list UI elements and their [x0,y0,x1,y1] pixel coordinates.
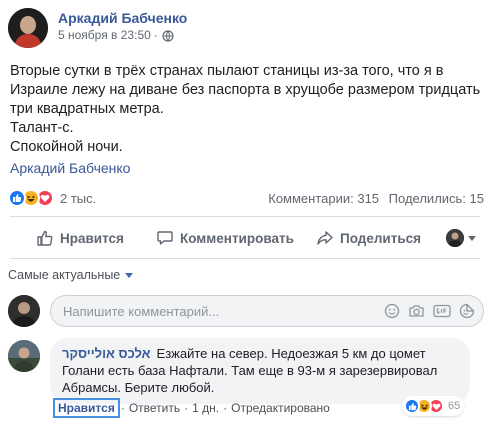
comment-input-box[interactable] [50,295,484,327]
comments-count-link[interactable]: Комментарии: 315 [268,191,379,206]
post-header: Аркадий Бабченко 5 ноября в 23:50 · [8,8,187,48]
thumbs-up-icon [37,230,53,246]
like-icon [8,189,26,207]
commenter-avatar[interactable] [8,340,40,372]
comment-reaction-count: 65 [448,400,461,412]
share-icon [317,231,333,245]
meta-separator: · [153,28,158,42]
post-as-selector[interactable] [446,229,476,247]
chevron-down-icon [125,272,134,278]
comment-sort-label: Самые актуальные [8,268,121,282]
reaction-icons[interactable]: 2 тыс. [8,189,96,207]
share-button-label: Поделиться [340,230,422,246]
reactions-summary: 2 тыс. Комментарии: 315 Поделились: 15 [8,188,484,208]
composer-icons [376,303,475,319]
comment-button[interactable]: Комментировать [156,229,294,247]
post-author-name[interactable]: Аркадий Бабченко [58,9,187,27]
viewer-avatar[interactable] [8,295,40,327]
post-paragraph: Талант-с. [10,120,74,136]
separator: · [184,401,189,415]
gif-icon[interactable] [433,303,451,319]
like-button[interactable]: Нравится [36,229,124,247]
comment-sort-dropdown[interactable]: Самые актуальные [8,268,134,282]
comment-actions: Нравится · Ответить · 1 дн. · Отредактир… [53,398,330,418]
share-button[interactable]: Поделиться [316,229,421,247]
viewer-avatar [446,229,464,247]
camera-icon[interactable] [408,303,425,319]
post-timestamp[interactable]: 5 ноября в 23:50 [58,27,151,44]
chevron-down-icon [468,235,476,241]
commenter-name[interactable]: אלכס אולייסקר [62,346,151,361]
comment-icon [157,231,173,245]
globe-icon[interactable] [162,29,174,42]
post-actions: Нравится Комментировать Поделиться [0,222,490,254]
comment-reply-link[interactable]: Ответить [129,401,180,415]
post-stats: Комментарии: 315 Поделились: 15 [262,191,484,206]
comment-composer [8,294,484,328]
post-body: Вторые сутки в трёх странах пылают стани… [10,62,484,157]
comment-bubble: אלכס אולייסקר Езжайте на север. Недоезжая… [50,338,470,404]
post-paragraph: Спокойной ночи. [10,139,123,155]
separator: · [223,401,228,415]
comment-reactions[interactable]: 65 [402,396,465,416]
separator: · [120,401,125,415]
comment-edited-label[interactable]: Отредактировано [231,401,330,415]
post-meta: 5 ноября в 23:50 · [58,27,187,44]
shares-count-link[interactable]: Поделились: 15 [389,191,484,206]
divider [10,216,480,217]
comment-age[interactable]: 1 дн. [192,401,219,415]
reaction-count[interactable]: 2 тыс. [60,191,96,206]
emoji-icon[interactable] [384,303,400,319]
comment-like-link[interactable]: Нравится [53,398,120,418]
divider [10,258,480,259]
comment-button-label: Комментировать [180,230,294,246]
author-avatar[interactable] [8,8,48,48]
comment-input[interactable] [63,303,376,319]
sticker-icon[interactable] [459,303,475,319]
like-button-label: Нравится [60,230,124,246]
like-icon [404,398,420,414]
shared-author-link[interactable]: Аркадий Бабченко [10,159,130,177]
post-paragraph: Вторые сутки в трёх странах пылают стани… [10,63,481,117]
